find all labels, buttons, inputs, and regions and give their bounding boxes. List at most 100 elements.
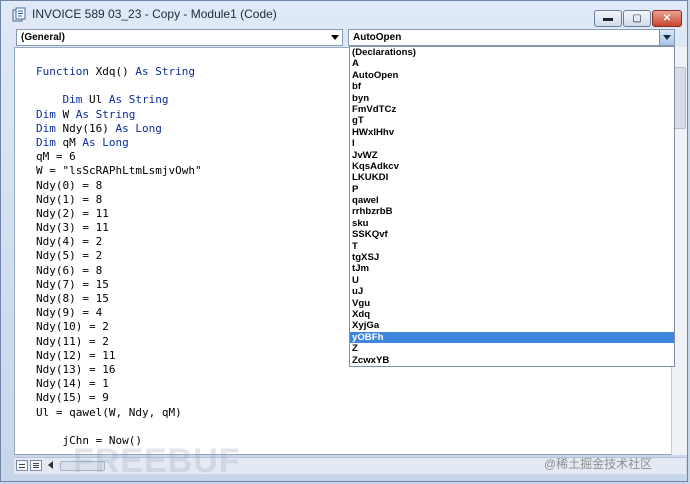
- procedure-list-item[interactable]: SSKQvf: [350, 229, 674, 240]
- code-line[interactable]: W = "lsScRAPhLtmLsmjvOwh": [36, 164, 202, 178]
- code-line[interactable]: Ndy(5) = 2: [36, 249, 202, 263]
- procedure-list-item[interactable]: yOBFh: [350, 331, 674, 344]
- code-token: Xdq(): [88, 65, 136, 78]
- code-token: Ndy(11) = 2: [36, 334, 109, 348]
- procedure-view-button[interactable]: [16, 460, 28, 471]
- procedure-list-item[interactable]: tgXSJ: [350, 252, 674, 263]
- code-token: W = "lsScRAPhLtmLsmjvOwh": [36, 164, 202, 178]
- code-line[interactable]: Dim W As String: [36, 108, 202, 122]
- code-keyword: Dim: [36, 107, 56, 121]
- watermark-logo: FREEBUF: [73, 442, 241, 480]
- code-token: qM: [55, 135, 83, 149]
- code-line[interactable]: Ndy(10) = 2: [36, 320, 202, 334]
- code-token: Ndy(14) = 1: [36, 377, 109, 391]
- code-token: W: [55, 107, 76, 121]
- code-line[interactable]: [36, 79, 202, 93]
- code-token: Ndy(15) = 9: [36, 391, 109, 405]
- procedure-list-item[interactable]: qawel: [350, 195, 674, 206]
- code-token: Ndy(12) = 11: [36, 348, 116, 362]
- procedure-list-item[interactable]: JvWZ: [350, 150, 674, 161]
- procedure-list-item[interactable]: KqsAdkcv: [350, 161, 674, 172]
- code-text[interactable]: Function Xdq() As String Dim Ul As Strin…: [36, 65, 202, 448]
- procedure-list-item[interactable]: (Declarations): [350, 47, 674, 58]
- procedure-list-item[interactable]: A: [350, 58, 674, 69]
- title-bar[interactable]: INVOICE 589 03_23 - Copy - Module1 (Code…: [1, 1, 689, 27]
- code-line[interactable]: [36, 420, 202, 434]
- code-line[interactable]: Ndy(0) = 8: [36, 179, 202, 193]
- procedure-dropdown-list[interactable]: (Declarations) A AutoOpen bf byn FmVdTCz gT HWx…: [349, 46, 675, 367]
- code-token: Ndy(4) = 2: [36, 235, 103, 249]
- procedure-list-item[interactable]: LKUKDI: [350, 172, 674, 183]
- vertical-scroll-thumb[interactable]: [674, 67, 686, 129]
- procedure-list-item[interactable]: P: [350, 184, 674, 195]
- code-line[interactable]: Dim Ul As String: [36, 93, 202, 107]
- code-token: Ndy(7) = 15: [36, 277, 109, 291]
- procedure-list-item[interactable]: sku: [350, 218, 674, 229]
- procedure-list-item[interactable]: XyjGa: [350, 320, 674, 331]
- window-title: INVOICE 589 03_23 - Copy - Module1 (Code…: [32, 7, 277, 21]
- procedure-list-item[interactable]: byn: [350, 93, 674, 104]
- code-token: Ndy(16): [55, 121, 116, 135]
- procedure-list-item[interactable]: I: [350, 138, 674, 149]
- code-line[interactable]: Function Xdq() As String: [36, 65, 202, 79]
- watermark-text: @稀土掘金技术社区: [544, 457, 653, 471]
- full-module-view-button[interactable]: [30, 460, 42, 471]
- code-line[interactable]: Ndy(11) = 2: [36, 335, 202, 349]
- procedure-list-item[interactable]: ZcwxYB: [350, 355, 674, 366]
- code-line[interactable]: Ndy(8) = 15: [36, 292, 202, 306]
- code-line[interactable]: Ndy(14) = 1: [36, 377, 202, 391]
- code-line[interactable]: Ndy(7) = 15: [36, 278, 202, 292]
- code-line[interactable]: Ndy(3) = 11: [36, 221, 202, 235]
- procedure-list-item[interactable]: Z: [350, 343, 674, 354]
- code-token: Ndy(5) = 2: [36, 249, 103, 263]
- procedure-list-item[interactable]: tJm: [350, 263, 674, 274]
- code-line[interactable]: Ndy(2) = 11: [36, 207, 202, 221]
- code-line[interactable]: Ndy(4) = 2: [36, 235, 202, 249]
- code-line[interactable]: Ndy(13) = 16: [36, 363, 202, 377]
- code-keyword: As Long: [115, 121, 162, 135]
- procedure-list-item[interactable]: Vgu: [350, 298, 674, 309]
- code-token: Ul: [82, 93, 109, 107]
- code-line[interactable]: Dim Ndy(16) As Long: [36, 122, 202, 136]
- procedure-list-item[interactable]: uJ: [350, 286, 674, 297]
- procedure-list-item[interactable]: U: [350, 275, 674, 286]
- procedure-list-item[interactable]: HWxlHhv: [350, 127, 674, 138]
- code-line[interactable]: Ndy(9) = 4: [36, 306, 202, 320]
- code-token: Ul = qawel(W, Ndy, qM): [36, 405, 182, 419]
- close-button[interactable]: ✕: [652, 10, 682, 27]
- dropdown-arrow-button[interactable]: [659, 30, 674, 45]
- code-keyword: Function: [36, 65, 89, 78]
- code-line[interactable]: Ndy(6) = 8: [36, 264, 202, 278]
- code-line[interactable]: Ndy(1) = 8: [36, 193, 202, 207]
- procedure-combo[interactable]: AutoOpen: [348, 29, 675, 46]
- code-line[interactable]: Ul = qawel(W, Ndy, qM): [36, 406, 202, 420]
- code-keyword: Dim: [36, 121, 56, 135]
- code-keyword: As String: [135, 65, 195, 78]
- code-token: Ndy(0) = 8: [36, 178, 103, 192]
- procedure-list-item[interactable]: Xdq: [350, 309, 674, 320]
- procedure-list-item[interactable]: AutoOpen: [350, 70, 674, 81]
- procedure-list-item[interactable]: FmVdTCz: [350, 104, 674, 115]
- code-keyword: As String: [75, 107, 136, 121]
- minimize-button[interactable]: ▬: [594, 10, 622, 27]
- code-token: Ndy(1) = 8: [36, 192, 103, 206]
- code-line[interactable]: Ndy(12) = 11: [36, 349, 202, 363]
- procedure-list-item[interactable]: bf: [350, 81, 674, 92]
- code-line[interactable]: Dim qM As Long: [36, 136, 202, 150]
- procedure-list-item[interactable]: T: [350, 241, 674, 252]
- vba-code-window: INVOICE 589 03_23 - Copy - Module1 (Code…: [0, 0, 688, 482]
- code-line[interactable]: qM = 6: [36, 150, 202, 164]
- code-token: Ndy(8) = 15: [36, 292, 109, 305]
- code-token: Ndy(2) = 11: [36, 206, 109, 220]
- chevron-down-icon[interactable]: [331, 35, 339, 40]
- maximize-button[interactable]: ▢: [623, 10, 651, 27]
- code-token: Ndy(9) = 4: [36, 306, 103, 320]
- procedure-list-item[interactable]: rrhbzrbB: [350, 206, 674, 217]
- scroll-left-arrow-icon[interactable]: [48, 461, 53, 469]
- code-token: Ndy(10) = 2: [36, 320, 109, 334]
- code-line[interactable]: Ndy(15) = 9: [36, 391, 202, 405]
- procedure-list-item[interactable]: gT: [350, 115, 674, 126]
- code-keyword: Dim: [36, 135, 56, 149]
- object-combo[interactable]: (General): [16, 29, 343, 46]
